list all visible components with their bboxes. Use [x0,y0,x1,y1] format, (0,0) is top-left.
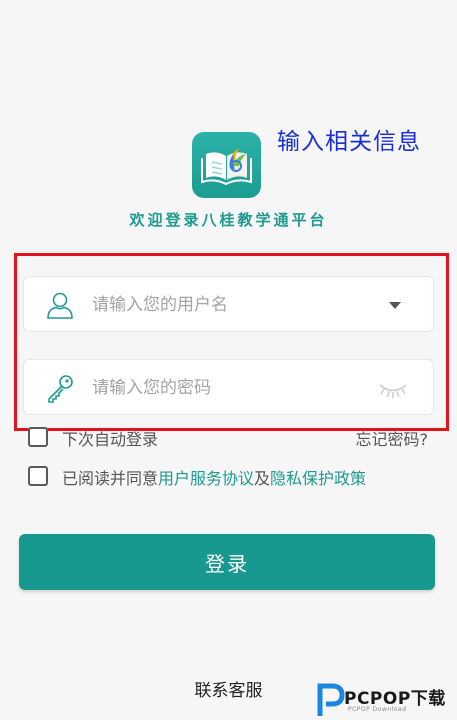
agreement-and: 及 [254,469,271,488]
user-icon [47,292,73,319]
username-input[interactable] [92,289,372,321]
password-field[interactable] [23,359,434,415]
auto-login-label: 下次自动登录 [62,430,159,449]
agreement-text: 已阅读并同意用户服务协议及隐私保护政策 [62,465,366,489]
dropdown-arrow-icon[interactable] [389,302,401,309]
agreement-prefix: 已阅读并同意 [62,469,159,488]
key-icon [48,375,73,403]
login-button[interactable]: 登录 [19,534,435,590]
book-logo-icon [201,148,252,186]
privacy-link[interactable]: 隐私保护政策 [270,469,366,488]
auto-login-checkbox[interactable] [28,427,48,447]
terms-link[interactable]: 用户服务协议 [158,469,254,488]
welcome-title: 欢迎登录八桂教学通平台 [129,211,328,229]
password-input[interactable] [92,372,372,404]
annotation-caption: 输入相关信息 [277,129,421,155]
username-field[interactable] [23,276,434,332]
app-logo [192,132,261,198]
forgot-password-link[interactable]: 忘记密码? [356,426,429,450]
agreement-checkbox[interactable] [28,466,48,486]
watermark: PCPOP下载 PCPOP Download [312,676,457,720]
auto-login-row: 下次自动登录 忘记密码? [28,424,438,450]
agreement-row: 已阅读并同意用户服务协议及隐私保护政策 [28,463,438,489]
pcpop-logo-icon [317,683,345,716]
eye-closed-icon[interactable] [377,376,409,400]
watermark-sub: PCPOP Download [348,706,407,713]
